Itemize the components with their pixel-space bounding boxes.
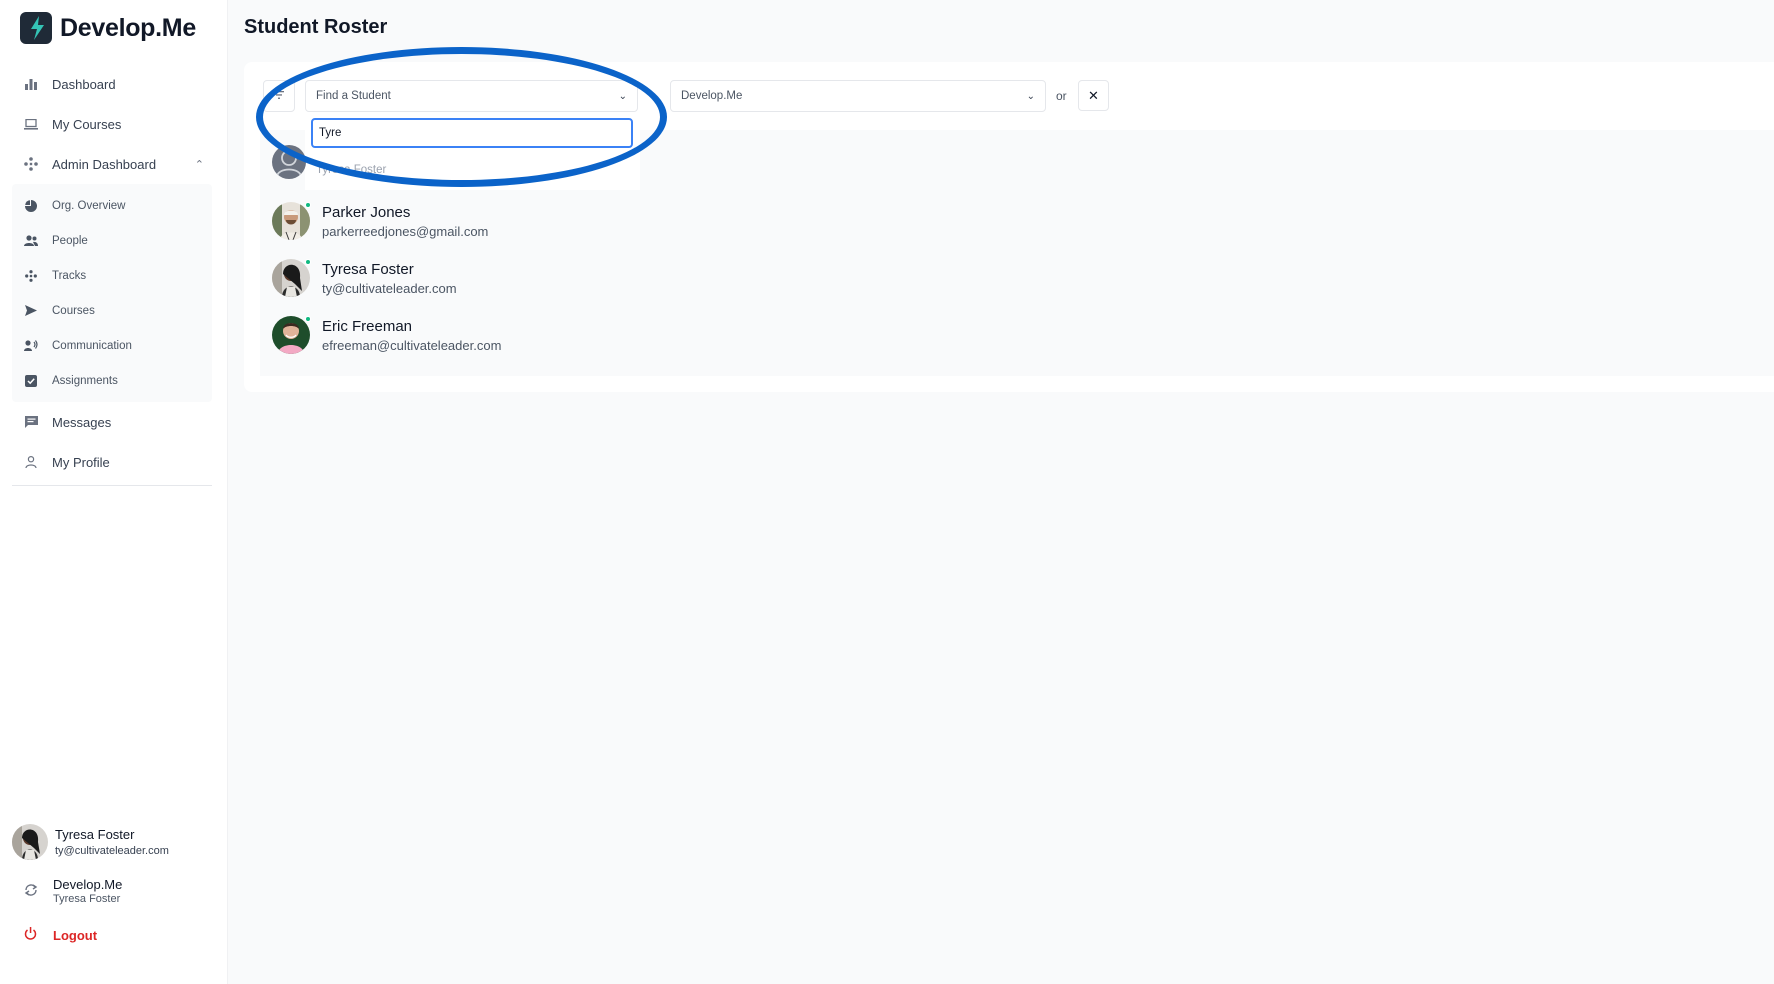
switch-org-icon: [24, 883, 40, 900]
student-name: Tyresa Foster: [322, 260, 414, 278]
logout-button[interactable]: Logout: [24, 927, 97, 943]
chevron-up-icon[interactable]: ⌃: [195, 158, 204, 171]
avatar: [272, 202, 311, 240]
logo-mark-icon: [20, 12, 52, 44]
checkbox-icon: [24, 374, 38, 388]
org-name: Develop.Me: [53, 877, 123, 892]
sidebar-nav: Dashboard My Courses Admin Dashboard ⌃ O…: [12, 64, 212, 482]
sidebar-item-tracks[interactable]: Tracks: [12, 258, 212, 293]
page-title: Student Roster: [244, 16, 388, 38]
highlight-annotation: [256, 47, 667, 187]
app-logo[interactable]: Develop.Me: [20, 12, 196, 44]
sidebar-divider: [12, 485, 212, 486]
avatar: [12, 824, 48, 860]
sidebar-item-dashboard[interactable]: Dashboard: [12, 64, 212, 104]
sidebar-item-label: People: [52, 234, 88, 247]
admin-subnav: Org. Overview People Tracks Courses Comm…: [12, 184, 212, 402]
tracks-icon: [24, 269, 38, 283]
app-name: Develop.Me: [60, 13, 196, 42]
laptop-icon: [24, 117, 38, 131]
org-switcher[interactable]: Develop.Me Tyresa Foster: [24, 877, 122, 905]
clear-filters-button[interactable]: ✕: [1078, 80, 1109, 111]
avatar: [272, 316, 311, 354]
close-icon: ✕: [1088, 87, 1099, 103]
student-name: Eric Freeman: [322, 317, 413, 335]
sidebar-item-assignments[interactable]: Assignments: [12, 363, 212, 398]
pie-chart-icon: [24, 199, 38, 213]
sidebar-item-communication[interactable]: Communication: [12, 328, 212, 363]
sidebar-item-label: Communication: [52, 339, 132, 352]
sidebar-item-label: My Profile: [52, 454, 110, 470]
sidebar-item-label: My Courses: [52, 116, 122, 132]
bar-chart-icon: [24, 77, 38, 91]
student-email: ty@cultivateleader.com: [322, 280, 457, 296]
sidebar-item-label: Messages: [52, 414, 112, 430]
org-select[interactable]: Develop.Me ⌄: [670, 80, 1046, 112]
list-item[interactable]: Parker Jones parkerreedjones@gmail.com: [272, 202, 488, 240]
or-label: or: [1056, 89, 1067, 103]
list-item[interactable]: Tyresa Foster ty@cultivateleader.com: [272, 259, 457, 297]
chevron-down-icon: ⌄: [1026, 90, 1035, 102]
sidebar-item-admin-dashboard[interactable]: Admin Dashboard ⌃: [12, 144, 212, 184]
student-email: efreeman@cultivateleader.com: [322, 337, 502, 353]
sidebar-item-my-profile[interactable]: My Profile: [12, 442, 212, 482]
student-email: parkerreedjones@gmail.com: [322, 223, 489, 239]
online-status-dot: [305, 316, 311, 322]
org-select-value: Develop.Me: [681, 90, 743, 102]
people-icon: [24, 234, 38, 248]
megaphone-icon: [24, 339, 38, 353]
sidebar-item-my-courses[interactable]: My Courses: [12, 104, 212, 144]
user-icon: [24, 455, 38, 469]
sidebar-item-label: Org. Overview: [52, 199, 126, 212]
message-icon: [24, 415, 38, 429]
send-icon: [24, 304, 38, 318]
sidebar-item-messages[interactable]: Messages: [12, 402, 212, 442]
power-icon: [24, 927, 40, 943]
logout-label: Logout: [53, 927, 98, 943]
sidebar-item-label: Admin Dashboard: [52, 156, 157, 172]
sidebar-item-org-overview[interactable]: Org. Overview: [12, 188, 212, 223]
sidebar: Develop.Me Dashboard My Courses Admin Da…: [0, 0, 228, 984]
list-item[interactable]: Eric Freeman efreeman@cultivateleader.co…: [272, 316, 501, 354]
sidebar-item-courses[interactable]: Courses: [12, 293, 212, 328]
org-member: Tyresa Foster: [53, 893, 121, 905]
student-name: Parker Jones: [322, 203, 411, 221]
admin-icon: [24, 157, 38, 171]
online-status-dot: [305, 259, 311, 265]
sidebar-item-label: Courses: [52, 304, 95, 317]
avatar: [272, 259, 311, 297]
user-name: Tyresa Foster: [55, 827, 135, 842]
current-user[interactable]: Tyresa Foster ty@cultivateleader.com: [12, 824, 169, 860]
sidebar-item-label: Tracks: [52, 269, 87, 282]
sidebar-item-people[interactable]: People: [12, 223, 212, 258]
sidebar-item-label: Dashboard: [52, 76, 116, 92]
sidebar-item-label: Assignments: [52, 374, 118, 387]
online-status-dot: [305, 202, 311, 208]
user-email: ty@cultivateleader.com: [55, 845, 169, 857]
